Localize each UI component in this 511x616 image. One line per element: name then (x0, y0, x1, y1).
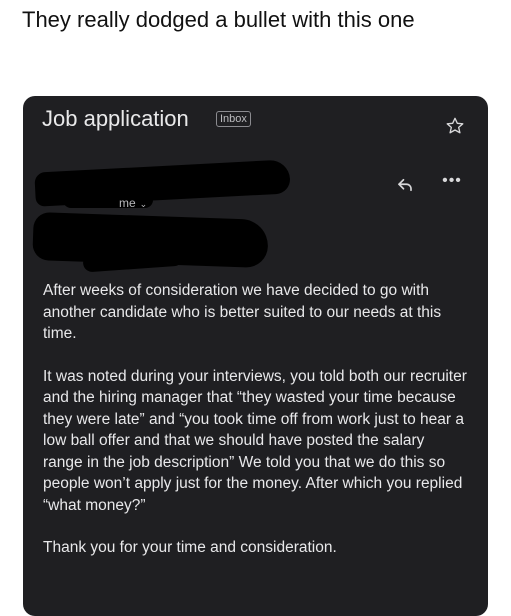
email-paragraph: Thank you for your time and consideratio… (43, 539, 337, 556)
email-paragraph: After weeks of consideration we have dec… (43, 282, 442, 342)
recipient-toggle[interactable]: me ⌄ (119, 196, 147, 211)
star-icon[interactable] (445, 116, 465, 136)
more-options-icon[interactable]: ••• (441, 173, 463, 192)
email-screenshot: Job application Inbox ••• me ⌄ After week… (23, 96, 488, 616)
email-subject: Job application (42, 106, 189, 131)
inbox-label-badge[interactable]: Inbox (216, 111, 251, 127)
post-caption: They really dodged a bullet with this on… (22, 7, 415, 32)
recipient-label: me (119, 196, 136, 210)
reply-icon[interactable] (396, 176, 414, 194)
email-paragraph: It was noted during your interviews, you… (43, 367, 467, 514)
email-body: After weeks of consideration we have dec… (43, 280, 468, 580)
chevron-down-icon: ⌄ (139, 199, 148, 209)
